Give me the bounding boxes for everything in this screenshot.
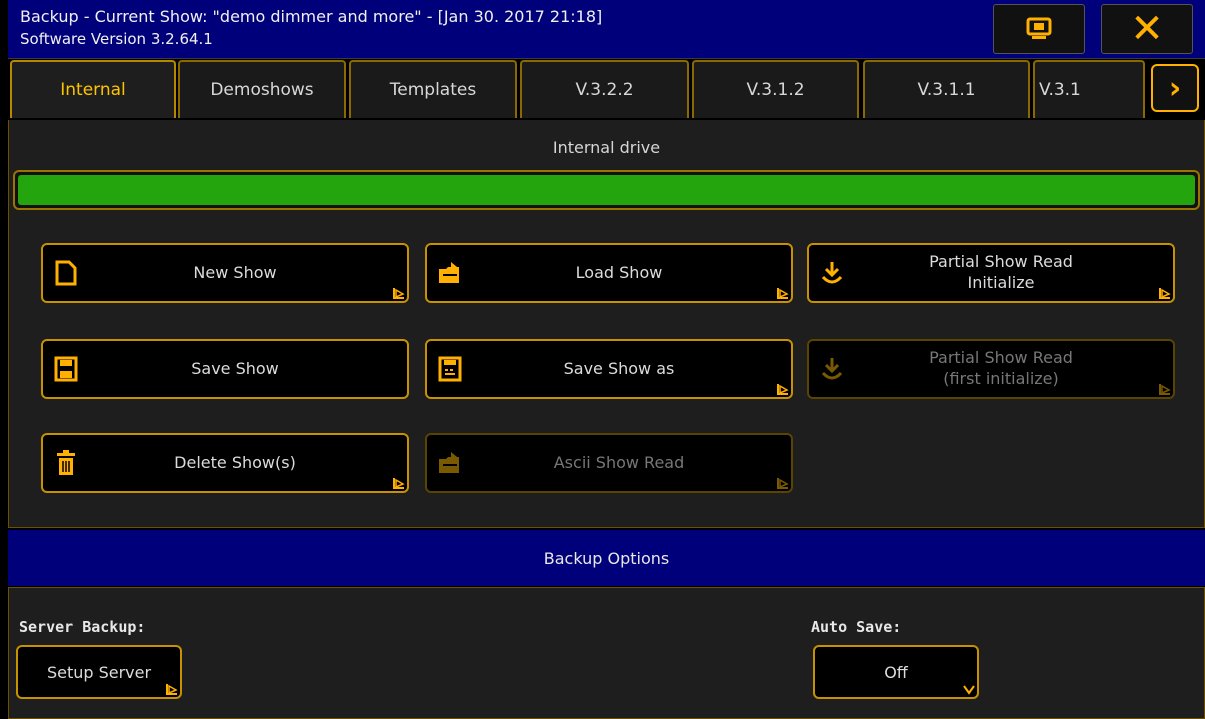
new-show-label: New Show (193, 262, 277, 282)
tab-bar: Internal Demoshows Templates V.3.2.2 V.3… (8, 60, 1205, 120)
chevron-right-icon: › (1168, 70, 1182, 106)
save-show-label: Save Show (191, 358, 279, 378)
submenu-corner-icon (393, 288, 405, 299)
backup-options-panel: Server Backup: Setup Server Auto Save: O… (8, 587, 1205, 719)
tab-v-3-1-1[interactable]: V.3.1.1 (863, 60, 1030, 118)
title-bar: Backup - Current Show: "demo dimmer and … (8, 0, 1205, 59)
drive-usage-bar (13, 170, 1200, 210)
auto-save-value: Off (884, 662, 908, 682)
submenu-corner-icon (166, 684, 178, 695)
tab-v-3-1-2[interactable]: V.3.1.2 (692, 60, 859, 118)
setup-server-label: Setup Server (46, 662, 152, 682)
new-document-icon (55, 260, 77, 286)
backup-options-header: Backup Options (8, 530, 1205, 586)
chevron-down-icon (963, 685, 975, 695)
drive-label: Internal drive (552, 138, 661, 157)
monitor-icon (1026, 17, 1052, 39)
load-show-label: Load Show (575, 262, 663, 282)
submenu-corner-icon (1159, 384, 1171, 395)
tab-demoshows[interactable]: Demoshows (178, 60, 346, 118)
partial-show-read-initialize-button[interactable]: Partial Show Read Initialize (807, 243, 1175, 303)
new-show-button[interactable]: New Show (41, 243, 409, 303)
desktop-button[interactable] (993, 4, 1085, 54)
close-icon: ✕ (1130, 6, 1164, 52)
save-show-as-label: Save Show as (563, 358, 675, 378)
partial-show-read-initialize-label: Partial Show Read Initialize (929, 252, 1073, 292)
auto-save-label: Auto Save: (811, 618, 902, 636)
ascii-show-read-button[interactable]: Ascii Show Read (425, 433, 793, 493)
internal-drive-panel: Internal drive New Show Load Show Partia… (8, 120, 1205, 528)
trash-icon (57, 450, 75, 475)
auto-save-dropdown[interactable]: Off (813, 645, 979, 699)
ascii-show-read-label: Ascii Show Read (553, 452, 685, 472)
submenu-corner-icon (777, 288, 789, 299)
software-version: Software Version 3.2.64.1 (20, 30, 213, 48)
save-show-button[interactable]: Save Show (41, 339, 409, 399)
floppy-disk-icon (54, 356, 78, 382)
server-backup-label: Server Backup: (19, 618, 146, 636)
partial-read-icon (821, 262, 843, 284)
tab-v-3-2-2[interactable]: V.3.2.2 (520, 60, 689, 118)
save-show-as-button[interactable]: Save Show as (425, 339, 793, 399)
delete-shows-button[interactable]: Delete Show(s) (41, 433, 409, 493)
setup-server-button[interactable]: Setup Server (16, 645, 182, 699)
partial-show-read-first-initialize-button[interactable]: Partial Show Read (first initialize) (807, 339, 1175, 399)
partial-read-icon (821, 358, 843, 380)
tab-templates[interactable]: Templates (349, 60, 517, 118)
delete-shows-label: Delete Show(s) (174, 452, 296, 472)
submenu-corner-icon (777, 384, 789, 395)
submenu-corner-icon (777, 478, 789, 489)
floppy-disk-as-icon (438, 356, 462, 382)
load-folder-icon (439, 452, 459, 473)
submenu-corner-icon (1159, 288, 1171, 299)
window-title: Backup - Current Show: "demo dimmer and … (20, 7, 603, 26)
partial-show-read-first-initialize-label: Partial Show Read (first initialize) (929, 348, 1073, 388)
tabs-next-button[interactable]: › (1151, 64, 1199, 112)
load-folder-icon (439, 262, 459, 283)
load-show-button[interactable]: Load Show (425, 243, 793, 303)
close-button[interactable]: ✕ (1101, 4, 1193, 54)
tab-v-3-1[interactable]: V.3.1 (1033, 60, 1145, 118)
submenu-corner-icon (393, 478, 405, 489)
drive-usage-fill (18, 175, 1195, 205)
tab-internal[interactable]: Internal (10, 60, 176, 118)
